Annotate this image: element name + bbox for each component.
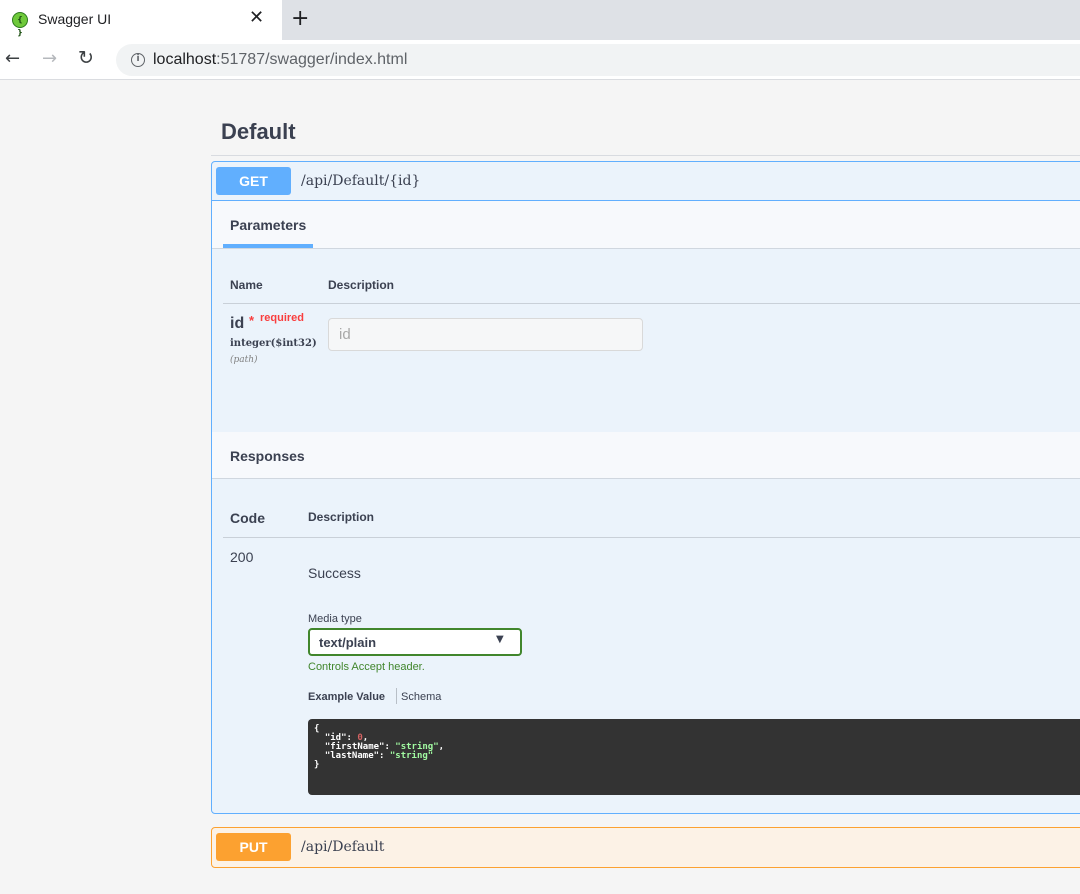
id-input[interactable] [328,318,643,351]
back-arrow-icon[interactable]: ← [5,48,20,69]
browser-tabstrip: { } Swagger UI ✕ + [0,0,1080,40]
col-header-code: Code [230,510,265,526]
opblock-get: GET /api/Default/{id} Parameters Name De… [211,161,1080,814]
response-code: 200 [230,549,254,565]
col-header-name: Name [230,278,263,292]
tab-schema[interactable]: Schema [401,691,441,703]
params-divider [223,303,1080,304]
forward-arrow-icon[interactable]: → [42,48,57,69]
browser-toolbar: ← → ↻ i localhost:51787/swagger/index.ht… [0,40,1080,80]
code-line: } [314,760,320,770]
media-type-value: text/plain [319,635,377,650]
param-location: (path) [230,355,258,365]
accept-header-note: Controls Accept header. [308,661,425,673]
method-badge-put: PUT [216,833,291,861]
media-type-select[interactable]: text/plain ▼ [308,628,522,656]
op-path: /api/Default [301,839,385,855]
responses-divider [223,537,1080,538]
param-type: integer($int32) [230,338,317,349]
tab-active-indicator [223,244,313,248]
col-header-description: Description [328,278,395,292]
address-bar[interactable]: i localhost:51787/swagger/index.html [116,44,1080,76]
reload-icon[interactable]: ↻ [78,47,94,69]
parameters-header: Parameters [212,201,1080,249]
required-label: required [260,312,305,324]
method-badge-get: GET [216,167,291,195]
info-icon[interactable]: i [131,53,145,67]
url-host: localhost [153,51,217,68]
required-star: * [249,313,255,328]
tab-example-value[interactable]: Example Value [308,691,385,703]
opblock-put[interactable]: PUT /api/Default [211,827,1080,868]
swagger-favicon-icon: { } [12,12,28,37]
new-tab-icon[interactable]: + [291,6,309,31]
col-header-resp-description: Description [308,510,375,524]
browser-tab[interactable]: { } Swagger UI ✕ [0,0,282,40]
responses-header: Responses [212,432,1080,479]
tab-separator [396,688,397,704]
url-text[interactable]: localhost:51787/swagger/index.html [153,51,407,69]
responses-title: Responses [230,448,305,464]
code-line: { [314,724,320,734]
code-line: "lastName": "string" [324,751,434,761]
param-name: id [230,315,245,332]
tag-title[interactable]: Default [221,119,296,145]
example-value-code: { "id": 0, "firstName": "string", "lastN… [308,719,1080,795]
swagger-content: Default GET /api/Default/{id} Parameters… [0,81,1080,894]
chevron-down-icon: ▼ [496,634,504,645]
op-summary-get[interactable]: GET /api/Default/{id} [212,162,1080,201]
media-type-label: Media type [308,613,362,625]
response-description: Success [308,565,361,581]
close-icon[interactable]: ✕ [249,7,264,28]
tab-title: Swagger UI [38,11,112,27]
tab-parameters[interactable]: Parameters [230,217,306,233]
url-path: :51787/swagger/index.html [216,51,408,68]
op-path: /api/Default/{id} [301,173,421,189]
tag-divider [211,155,1080,156]
